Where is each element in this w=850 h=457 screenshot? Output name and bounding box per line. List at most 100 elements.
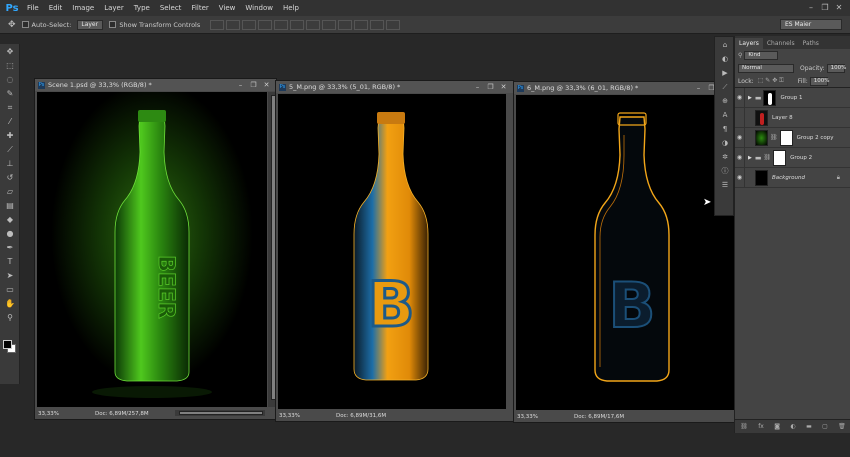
- layer-row[interactable]: ◉ Background 🔒︎: [735, 167, 850, 188]
- tab-paths[interactable]: Paths: [799, 38, 823, 49]
- gradient-tool-icon[interactable]: ▤: [3, 199, 17, 212]
- blend-mode-dropdown[interactable]: Normal: [738, 64, 794, 73]
- doc-maximize-button[interactable]: ❐: [247, 79, 260, 91]
- brush-presets-icon[interactable]: ⟋: [719, 82, 731, 93]
- doc-minimize-button[interactable]: –: [234, 79, 247, 91]
- tab-layers[interactable]: Layers: [735, 38, 763, 49]
- distribute-center-icon[interactable]: [370, 19, 385, 30]
- distribute-right-icon[interactable]: [386, 19, 401, 30]
- layer-row[interactable]: ◉ ▶ ▬ Group 1: [735, 87, 850, 108]
- expand-arrow-icon[interactable]: ▶: [748, 95, 752, 101]
- visibility-eye-icon[interactable]: ◉: [735, 87, 745, 108]
- move-tool-icon[interactable]: ✥: [8, 20, 16, 30]
- kind-filter-dropdown[interactable]: Kind: [744, 51, 779, 60]
- path-select-tool-icon[interactable]: ➤: [3, 269, 17, 282]
- doc-maximize-button[interactable]: ❐: [484, 81, 497, 93]
- adjustment-layer-icon[interactable]: ◐: [790, 423, 795, 430]
- quick-select-tool-icon[interactable]: ✎: [3, 87, 17, 100]
- auto-select-checkbox[interactable]: [21, 21, 29, 28]
- align-right-icon[interactable]: [290, 19, 305, 30]
- delete-layer-icon[interactable]: 🗑︎: [838, 423, 846, 430]
- visibility-eye-icon[interactable]: ◉: [735, 167, 745, 188]
- menu-select[interactable]: Select: [155, 0, 187, 16]
- close-button[interactable]: ✕: [832, 0, 846, 16]
- zoom-level[interactable]: 33,33%: [276, 413, 302, 419]
- menu-view[interactable]: View: [214, 0, 241, 16]
- dodge-tool-icon[interactable]: ●: [3, 227, 17, 240]
- document-tab-1[interactable]: Ps Scene 1.psd @ 33,3% (RGB/8) * – ❐ ✕: [35, 79, 276, 91]
- align-middle-icon[interactable]: [226, 19, 241, 30]
- align-bottom-icon[interactable]: [242, 19, 257, 30]
- brush-tool-icon[interactable]: ⟋: [3, 143, 17, 156]
- tab-channels[interactable]: Channels: [763, 38, 799, 49]
- minimize-button[interactable]: –: [804, 0, 818, 16]
- document-canvas[interactable]: BEER: [37, 92, 267, 407]
- type-tool-icon[interactable]: T: [3, 255, 17, 268]
- paragraph-icon[interactable]: ¶: [719, 124, 731, 135]
- opacity-input[interactable]: 100%: [826, 64, 846, 73]
- document-canvas[interactable]: B: [278, 94, 506, 409]
- auto-select-dropdown[interactable]: Layer: [77, 19, 104, 30]
- link-layers-icon[interactable]: ⛓: [740, 423, 748, 430]
- history-brush-tool-icon[interactable]: ↺: [3, 171, 17, 184]
- foreground-color-swatch[interactable]: [3, 340, 12, 349]
- shape-tool-icon[interactable]: ▭: [3, 283, 17, 296]
- expand-arrow-icon[interactable]: ▶: [748, 155, 752, 161]
- visibility-eye-icon[interactable]: ◉: [735, 147, 745, 168]
- marquee-tool-icon[interactable]: ⬚: [3, 59, 17, 72]
- new-layer-icon[interactable]: ▢: [822, 423, 828, 430]
- document-tab-3[interactable]: Ps 6_M.png @ 33,3% (6_01, RGB/8) * – ❐ ✕: [514, 82, 734, 94]
- menu-filter[interactable]: Filter: [186, 0, 213, 16]
- menu-type[interactable]: Type: [129, 0, 155, 16]
- distribute-bottom-icon[interactable]: [338, 19, 353, 30]
- menu-file[interactable]: File: [22, 0, 44, 16]
- play-actions-icon[interactable]: ▶: [719, 68, 731, 79]
- swatches-icon[interactable]: ◐: [719, 54, 731, 65]
- clone-source-icon[interactable]: ⊕: [719, 96, 731, 107]
- workspace-dropdown[interactable]: ES Maier: [780, 19, 842, 30]
- menu-edit[interactable]: Edit: [44, 0, 68, 16]
- fill-input[interactable]: 100%: [809, 76, 830, 86]
- document-canvas[interactable]: B: [516, 95, 734, 410]
- eraser-tool-icon[interactable]: ▱: [3, 185, 17, 198]
- hand-tool-icon[interactable]: ✋: [3, 297, 17, 310]
- layer-row[interactable]: ◉ ⛓ Group 2 copy: [735, 127, 850, 148]
- align-left-icon[interactable]: [258, 19, 273, 30]
- menu-image[interactable]: Image: [67, 0, 99, 16]
- fx-icon[interactable]: fx: [758, 423, 764, 430]
- crop-tool-icon[interactable]: ⌗: [3, 101, 17, 114]
- doc-close-button[interactable]: ✕: [497, 81, 510, 93]
- visibility-eye-icon[interactable]: ◉: [735, 127, 745, 148]
- maximize-button[interactable]: ❐: [818, 0, 832, 16]
- menu-layer[interactable]: Layer: [99, 0, 129, 16]
- history-icon[interactable]: ⌂: [719, 40, 731, 51]
- distribute-middle-icon[interactable]: [322, 19, 337, 30]
- healing-tool-icon[interactable]: ✚: [3, 129, 17, 142]
- lock-icons[interactable]: ⬚ ✎ ✥ ⚿: [758, 77, 784, 85]
- distribute-top-icon[interactable]: [306, 19, 321, 30]
- lasso-tool-icon[interactable]: ◌: [3, 73, 17, 86]
- align-center-icon[interactable]: [274, 19, 289, 30]
- eyedropper-tool-icon[interactable]: ⁄: [3, 115, 17, 128]
- doc-minimize-button[interactable]: –: [471, 81, 484, 93]
- zoom-tool-icon[interactable]: ⚲: [3, 311, 17, 324]
- zoom-level[interactable]: 33,33%: [514, 414, 540, 420]
- doc-close-button[interactable]: ✕: [260, 79, 273, 91]
- info-icon[interactable]: ⓘ: [719, 166, 731, 177]
- new-group-icon[interactable]: ▬: [806, 423, 812, 430]
- distribute-left-icon[interactable]: [354, 19, 369, 30]
- styles-icon[interactable]: ✲: [719, 152, 731, 163]
- align-top-icon[interactable]: [210, 19, 225, 30]
- document-tab-2[interactable]: Ps 5_M.png @ 33,3% (5_01, RGB/8) * – ❐ ✕: [276, 81, 513, 93]
- adjustments-icon[interactable]: ◑: [719, 138, 731, 149]
- layer-row[interactable]: ◉ ▶ ▬ ⛓ Group 2: [735, 147, 850, 168]
- hscroll-thumb[interactable]: [179, 411, 263, 415]
- move-tool-icon[interactable]: ✥: [3, 45, 17, 58]
- show-transform-checkbox[interactable]: [109, 21, 117, 28]
- menu-help[interactable]: Help: [278, 0, 304, 16]
- character-icon[interactable]: A: [719, 110, 731, 121]
- stamp-tool-icon[interactable]: ⊥: [3, 157, 17, 170]
- visibility-eye-off[interactable]: [735, 107, 745, 128]
- blur-tool-icon[interactable]: ◆: [3, 213, 17, 226]
- menu-window[interactable]: Window: [240, 0, 278, 16]
